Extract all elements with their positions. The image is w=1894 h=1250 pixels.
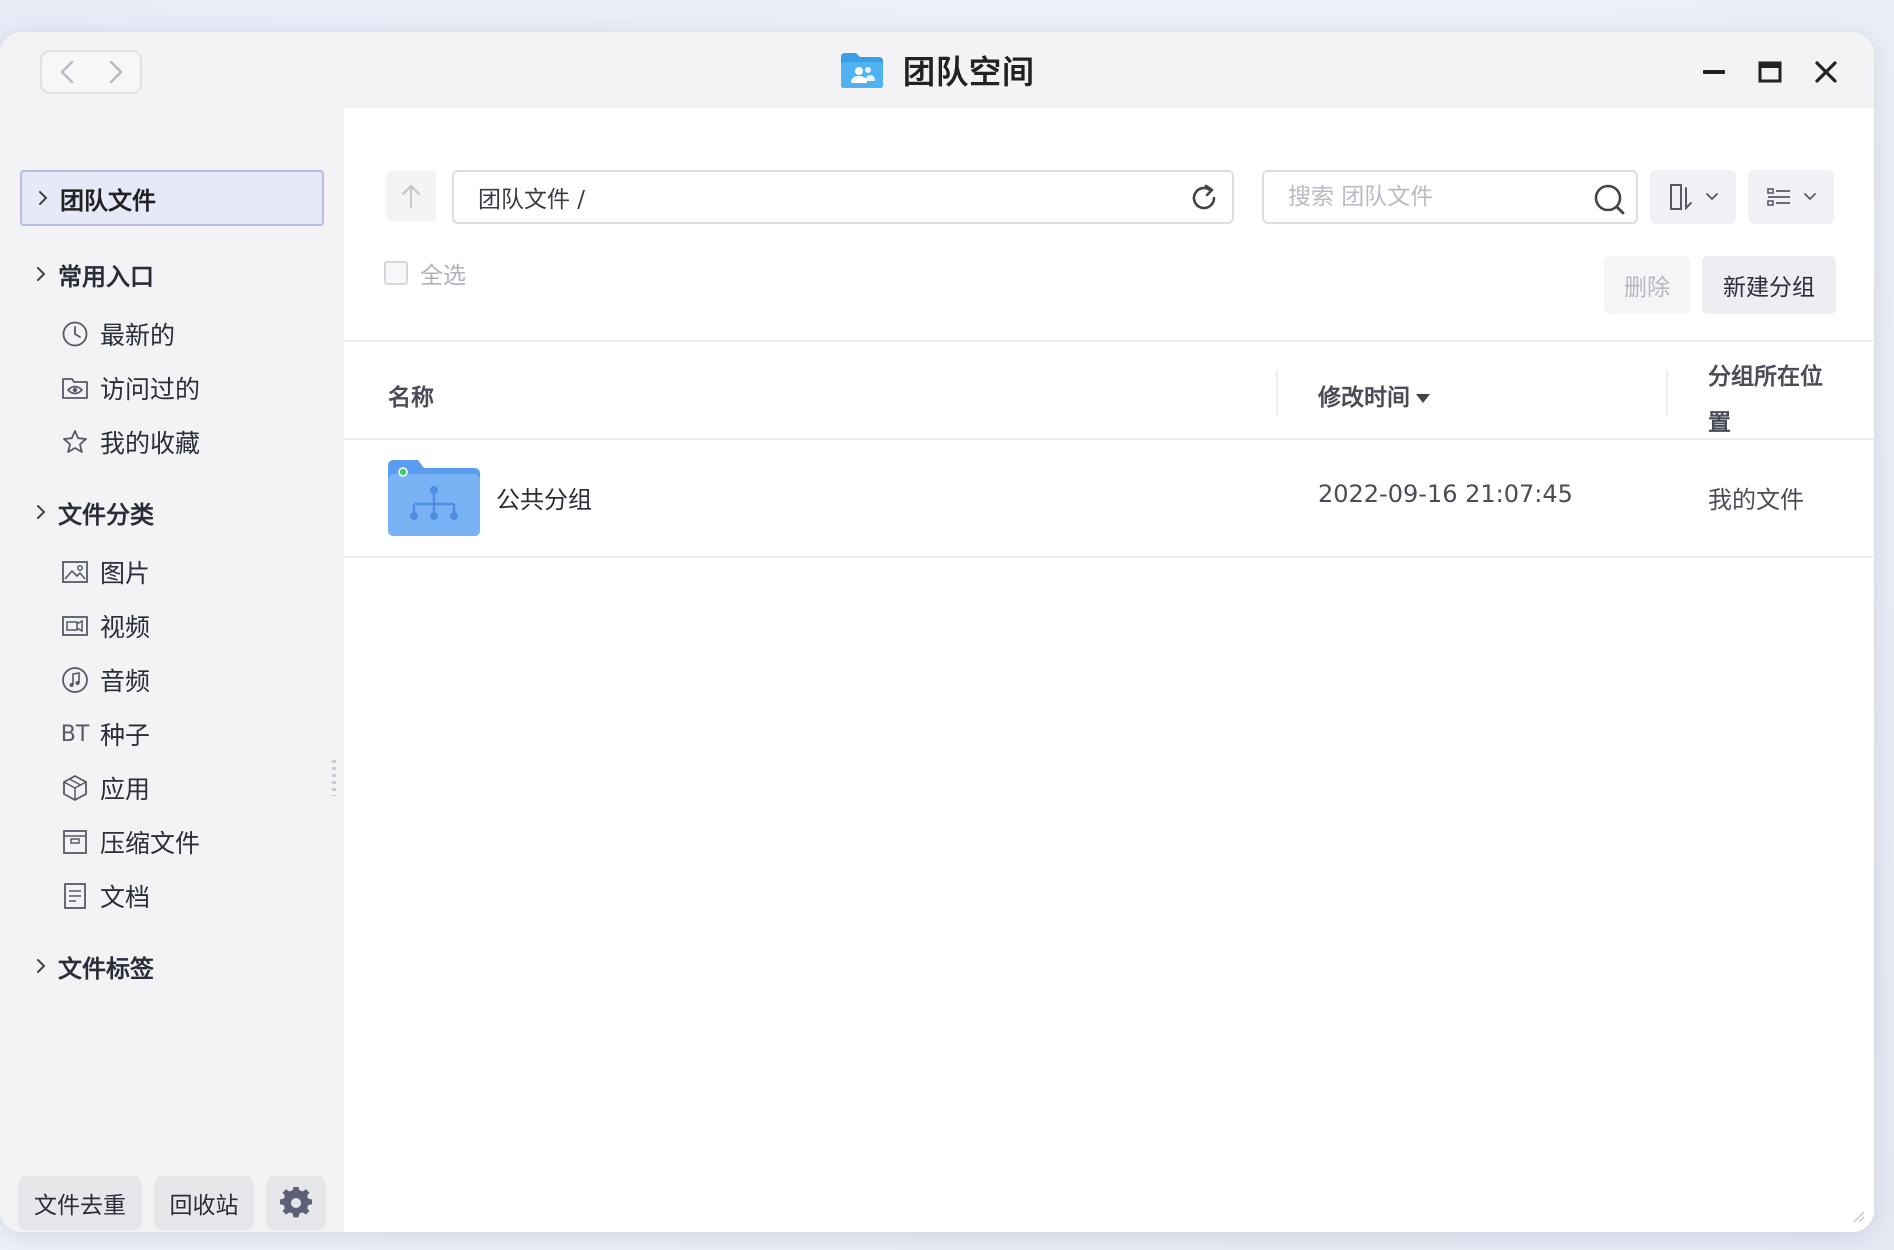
select-all-checkbox[interactable] (384, 261, 408, 285)
sidebar-item-visited[interactable]: 访问过的 (60, 366, 200, 410)
sidebar-item-team-files[interactable]: 团队文件 (20, 170, 324, 226)
file-manager-window: 团队空间 团队文件 常用入口 最新的 访问过的 我的收藏 文件分类 图片 视频 … (0, 32, 1874, 1232)
chevron-right-icon (37, 959, 46, 973)
image-icon (60, 557, 90, 587)
team-folder-icon (840, 53, 883, 88)
sidebar-item-videos[interactable]: 视频 (60, 604, 150, 648)
column-separator[interactable] (1666, 370, 1668, 416)
sidebar-item-label: 视频 (100, 613, 151, 642)
arrow-up-icon (401, 184, 421, 209)
archive-icon (60, 827, 90, 857)
list-view-icon (1767, 188, 1790, 206)
search-box (1262, 170, 1638, 224)
sidebar-resize-handle[interactable] (332, 760, 336, 796)
video-icon (60, 611, 90, 641)
sidebar-item-label: 种子 (100, 721, 151, 750)
sidebar-item-label: 我的收藏 (100, 429, 201, 458)
sidebar-item-recent[interactable]: 最新的 (60, 312, 175, 356)
sidebar-section-categories[interactable]: 文件分类 (20, 490, 154, 534)
chevron-right-icon (39, 191, 48, 205)
star-icon (60, 427, 90, 457)
sidebar-item-torrents[interactable]: BT 种子 (60, 712, 150, 756)
chevron-right-icon (37, 267, 46, 281)
window-title-area: 团队空间 (0, 46, 1874, 94)
column-header-location-line1: 分组所在位 (1708, 364, 1823, 390)
sidebar-item-documents[interactable]: 文档 (60, 874, 150, 918)
dedupe-button[interactable]: 文件去重 (18, 1176, 142, 1230)
new-group-button[interactable]: 新建分组 (1702, 256, 1836, 314)
divider (344, 340, 1874, 342)
gear-icon (280, 1187, 312, 1218)
sidebar-item-favorites[interactable]: 我的收藏 (60, 420, 200, 464)
chevron-down-icon (1706, 193, 1718, 201)
document-icon (60, 881, 90, 911)
column-header-mtime[interactable]: 修改时间 (1318, 378, 1430, 412)
sort-dropdown-button[interactable] (1650, 170, 1736, 224)
package-icon (60, 773, 90, 803)
music-icon (60, 665, 90, 695)
sidebar-item-audio[interactable]: 音频 (60, 658, 150, 702)
column-header-name[interactable]: 名称 (388, 378, 434, 412)
path-bar[interactable]: 团队文件 / (452, 170, 1234, 224)
path-text: 团队文件 / (478, 187, 586, 213)
row-location: 我的文件 (1708, 486, 1804, 514)
sidebar-item-label: 最新的 (100, 321, 176, 350)
main-panel: 团队文件 / 全选 删除 新建分组 名称 修改时间 分组所在位 (344, 108, 1874, 1232)
column-separator[interactable] (1276, 370, 1278, 416)
settings-button[interactable] (266, 1176, 326, 1230)
chevron-down-icon (1804, 193, 1816, 201)
group-folder-icon (388, 460, 480, 536)
sidebar-item-label: 音频 (100, 667, 151, 696)
delete-button[interactable]: 删除 (1604, 256, 1690, 314)
sidebar-item-label: 应用 (100, 775, 151, 804)
bt-icon: BT (60, 721, 90, 747)
sidebar-item-archives[interactable]: 压缩文件 (60, 820, 200, 864)
sidebar-section-label: 文件分类 (58, 500, 154, 529)
divider (344, 556, 1874, 558)
sidebar-section-label: 常用入口 (58, 262, 154, 291)
sidebar-item-label: 访问过的 (100, 375, 201, 404)
column-header-mtime-label: 修改时间 (1318, 385, 1410, 411)
view-mode-dropdown-button[interactable] (1748, 170, 1834, 224)
sidebar-section-quick-access[interactable]: 常用入口 (20, 252, 154, 296)
select-all[interactable]: 全选 (384, 256, 466, 290)
sidebar-section-label: 文件标签 (58, 954, 154, 983)
maximize-button[interactable] (1748, 50, 1792, 94)
minimize-button[interactable] (1692, 50, 1736, 94)
sidebar-item-label: 文档 (100, 883, 151, 912)
clock-icon (60, 319, 90, 349)
search-input[interactable] (1288, 184, 1578, 210)
sort-icon (1670, 184, 1692, 211)
refresh-icon[interactable] (1188, 182, 1220, 214)
title-bar: 团队空间 (0, 32, 1874, 108)
sidebar: 团队文件 常用入口 最新的 访问过的 我的收藏 文件分类 图片 视频 音频 BT… (0, 108, 344, 1232)
row-name: 公共分组 (496, 486, 592, 514)
eye-folder-icon (60, 373, 90, 403)
sidebar-item-images[interactable]: 图片 (60, 550, 150, 594)
recycle-bin-button[interactable]: 回收站 (154, 1176, 254, 1230)
close-icon (1815, 61, 1837, 83)
sidebar-item-label: 图片 (100, 559, 151, 588)
select-all-label: 全选 (420, 263, 466, 289)
sidebar-item-apps[interactable]: 应用 (60, 766, 150, 810)
row-mtime: 2022-09-16 21:07:45 (1318, 480, 1573, 508)
search-icon[interactable] (1592, 182, 1626, 216)
minimize-icon (1703, 70, 1725, 74)
table-row[interactable]: 公共分组 2022-09-16 21:07:45 我的文件 (344, 440, 1874, 556)
close-button[interactable] (1804, 50, 1848, 94)
chevron-right-icon (37, 505, 46, 519)
parent-folder-button[interactable] (386, 170, 436, 222)
sidebar-item-label: 团队文件 (60, 186, 156, 215)
maximize-icon (1758, 61, 1782, 83)
sidebar-section-tags[interactable]: 文件标签 (20, 944, 154, 988)
window-title: 团队空间 (902, 53, 1035, 91)
sort-desc-icon (1416, 394, 1430, 403)
resize-grip-icon[interactable] (1850, 1208, 1866, 1224)
column-header-location[interactable]: 分组所在位 置 (1708, 354, 1823, 446)
sidebar-item-label: 压缩文件 (100, 829, 201, 858)
